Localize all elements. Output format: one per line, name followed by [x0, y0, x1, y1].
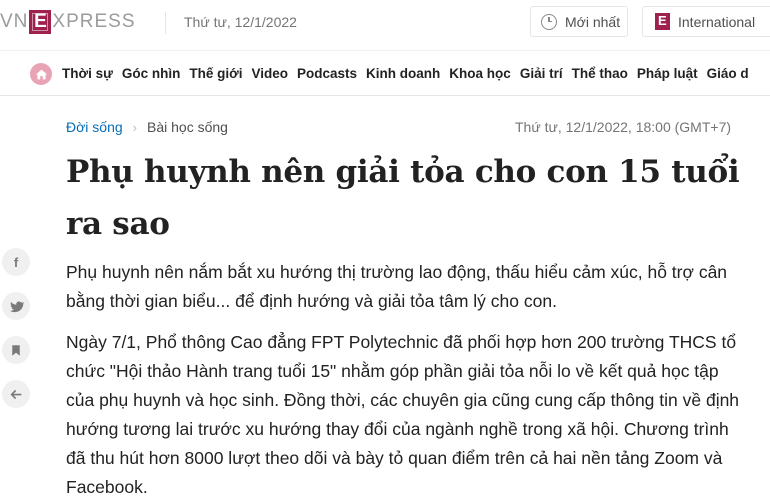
- article-paragraph: Ngày 7/1, Phổ thông Cao đẳng FPT Polytec…: [66, 332, 740, 497]
- nav-item-podcasts[interactable]: Podcasts: [297, 66, 357, 81]
- nav-item-khoa-hoc[interactable]: Khoa học: [449, 66, 511, 81]
- nav-item-thoi-su[interactable]: Thời sự: [62, 66, 113, 81]
- nav-item-phap-luat[interactable]: Pháp luật: [637, 66, 698, 81]
- latest-news-label: Mới nhất: [565, 13, 621, 30]
- breadcrumb-category[interactable]: Đời sống: [66, 119, 123, 135]
- main-navigation: Thời sự Góc nhìn Thế giới Video Podcasts…: [0, 50, 770, 96]
- logo-e-mark: E: [29, 10, 52, 34]
- nav-item-giao-duc[interactable]: Giáo d: [707, 66, 749, 81]
- latest-news-button[interactable]: Mới nhất: [530, 6, 628, 37]
- logo-text-xpress: XPRESS: [52, 11, 136, 32]
- bookmark-icon[interactable]: [2, 336, 30, 364]
- international-label: International: [678, 13, 756, 30]
- back-arrow-icon[interactable]: [2, 380, 30, 408]
- article-title: Phụ huynh nên giải tỏa cho con 15 tuổi r…: [66, 154, 740, 242]
- logo-text-vn: VN: [0, 11, 29, 32]
- nav-item-giai-tri[interactable]: Giải trí: [520, 66, 563, 81]
- nav-item-kinh-doanh[interactable]: Kinh doanh: [366, 66, 440, 81]
- top-bar: VN E XPRESS Thứ tư, 12/1/2022 Mới nhất I…: [0, 0, 770, 44]
- chevron-right-icon: ›: [132, 119, 137, 135]
- nav-item-the-thao[interactable]: Thể thao: [572, 66, 628, 81]
- header-date: Thứ tư, 12/1/2022: [184, 14, 297, 30]
- facebook-icon[interactable]: f: [2, 248, 30, 276]
- nav-item-goc-nhin[interactable]: Góc nhìn: [122, 66, 181, 81]
- breadcrumb-subcategory[interactable]: Bài học sống: [147, 119, 228, 135]
- header-divider: [165, 12, 166, 34]
- twitter-icon[interactable]: [2, 292, 30, 320]
- nav-item-video[interactable]: Video: [252, 66, 289, 81]
- breadcrumb: Đời sống › Bài học sống: [66, 119, 228, 135]
- nav-item-the-gioi[interactable]: Thế giới: [189, 66, 242, 81]
- vnexpress-logo[interactable]: VN E XPRESS: [0, 10, 136, 34]
- international-button[interactable]: International: [642, 6, 770, 37]
- clock-icon: [541, 13, 557, 30]
- nav-items: Thời sự Góc nhìn Thế giới Video Podcasts…: [62, 66, 758, 81]
- article-lead: Phụ huynh nên nắm bắt xu hướng thị trườn…: [66, 262, 728, 311]
- article-datetime: Thứ tư, 12/1/2022, 18:00 (GMT+7): [515, 119, 732, 135]
- international-logo-icon: [655, 13, 670, 30]
- social-share-rail: f: [2, 248, 32, 424]
- home-icon[interactable]: [30, 63, 52, 85]
